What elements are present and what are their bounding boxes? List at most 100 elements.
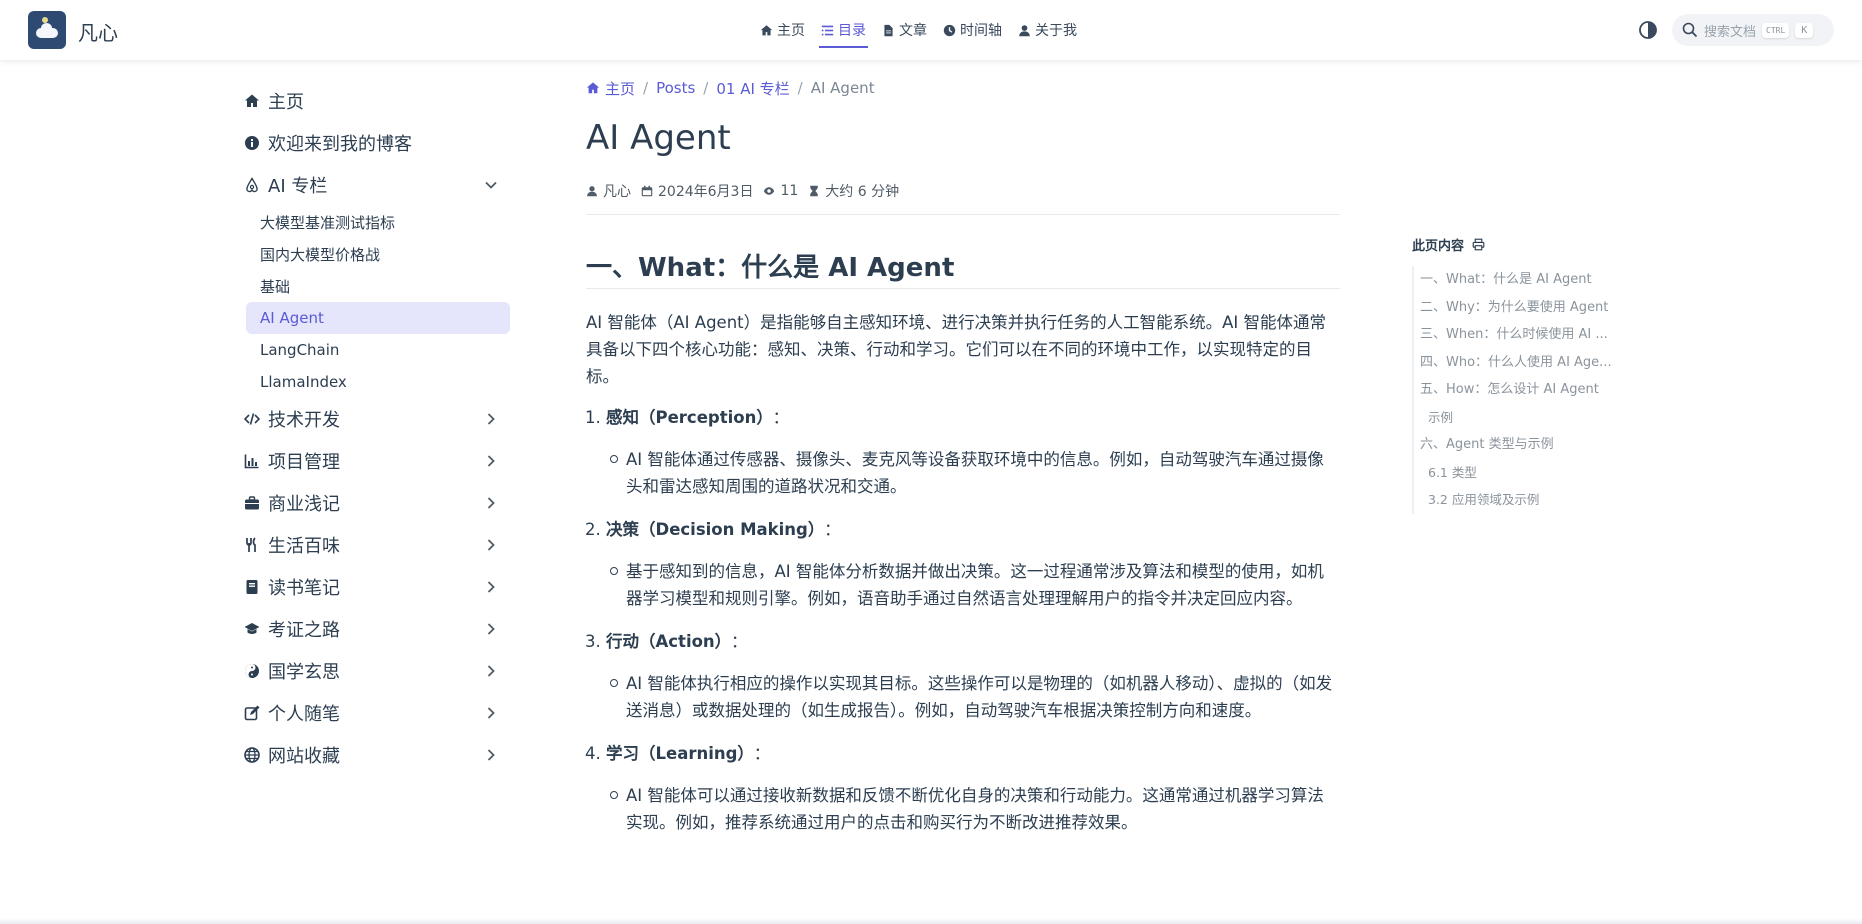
toc-item[interactable]: 三、When：什么时候使用 AI ... bbox=[1420, 321, 1632, 349]
chevron-right-icon[interactable] bbox=[484, 412, 498, 426]
sidebar-item-reading[interactable]: 读书笔记 bbox=[240, 566, 510, 608]
point-detail: AI 智能体通过传感器、摄像头、麦克风等设备获取环境中的信息。例如，自动驾驶汽车… bbox=[610, 446, 1340, 500]
sidebar-item-label: 欢迎来到我的博客 bbox=[268, 134, 412, 155]
point-detail: AI 智能体可以通过接收新数据和反馈不断优化自身的决策和行动能力。这通常通过机器… bbox=[610, 782, 1340, 836]
sidebar-item-ai-column[interactable]: AI 专栏 bbox=[240, 164, 510, 206]
point-detail: 基于感知到的信息，AI 智能体分析数据并做出决策。这一过程通常涉及算法和模型的使… bbox=[610, 558, 1340, 612]
point-colon: ： bbox=[730, 632, 748, 651]
topnav-catalog[interactable]: 目录 bbox=[819, 16, 868, 48]
point-detail-list: AI 智能体可以通过接收新数据和反馈不断优化自身的决策和行动能力。这通常通过机器… bbox=[606, 782, 1340, 836]
chevron-right-icon[interactable] bbox=[484, 748, 498, 762]
meta-divider bbox=[586, 214, 1340, 215]
sidebar-item-tech-dev[interactable]: 技术开发 bbox=[240, 398, 510, 440]
clock-icon bbox=[943, 24, 956, 36]
home-icon bbox=[244, 93, 260, 109]
sidebar-item-label: 技术开发 bbox=[268, 410, 340, 431]
theme-toggle-icon[interactable] bbox=[1638, 20, 1658, 40]
sidebar-item-welcome[interactable]: 欢迎来到我的博客 bbox=[240, 122, 510, 164]
topnav-timeline-label: 时间轴 bbox=[960, 23, 1002, 39]
topnav-timeline[interactable]: 时间轴 bbox=[943, 16, 1002, 44]
sidebar-item-guoxue[interactable]: 国学玄思 bbox=[240, 650, 510, 692]
sidebar-subitem-price-war[interactable]: 国内大模型价格战 bbox=[246, 238, 510, 270]
toc-item[interactable]: 6.1 类型 bbox=[1420, 459, 1632, 487]
top-navbar: 凡心 主页 目录 文章 时间轴 关于我 搜索文档 CTRL K bbox=[0, 0, 1862, 60]
point-label: 行动（Action） bbox=[606, 632, 723, 651]
sidebar-item-business[interactable]: 商业浅记 bbox=[240, 482, 510, 524]
chevron-down-icon[interactable] bbox=[484, 178, 498, 192]
meta-date-text: 2024年6月3日 bbox=[658, 184, 754, 200]
breadcrumb-ai-column[interactable]: 01 AI 专栏 bbox=[716, 78, 789, 99]
print-icon[interactable] bbox=[1472, 238, 1485, 251]
sidebar-item-label: 项目管理 bbox=[268, 452, 340, 473]
breadcrumb-label: 主页 bbox=[605, 79, 636, 98]
home-icon bbox=[760, 24, 773, 35]
sidebar: 主页 欢迎来到我的博客 AI 专栏 大模型基准测试指标 国内大模型价格战 基础 … bbox=[240, 80, 510, 776]
meta-views: 11 bbox=[763, 183, 798, 199]
book-icon bbox=[244, 579, 260, 595]
breadcrumb-separator: / bbox=[797, 79, 803, 97]
chevron-right-icon[interactable] bbox=[484, 454, 498, 468]
sidebar-item-label: 网站收藏 bbox=[268, 746, 340, 767]
search-icon bbox=[1682, 22, 1698, 38]
sidebar-subitem-benchmark[interactable]: 大模型基准测试指标 bbox=[246, 206, 510, 238]
sidebar-item-bookmarks[interactable]: 网站收藏 bbox=[240, 734, 510, 776]
sidebar-item-label: 个人随笔 bbox=[268, 704, 340, 725]
toc-item[interactable]: 示例 bbox=[1420, 404, 1632, 432]
sidebar-item-label: 考证之路 bbox=[268, 620, 340, 641]
toc-item[interactable]: 一、What：什么是 AI Agent bbox=[1420, 266, 1632, 294]
sidebar-item-essays[interactable]: 个人随笔 bbox=[240, 692, 510, 734]
globe-icon bbox=[244, 747, 260, 763]
article-meta: 凡心 2024年6月3日 11 大约 6 分钟 bbox=[586, 180, 1340, 202]
toc-item[interactable]: 五、How：怎么设计 AI Agent bbox=[1420, 376, 1632, 404]
sidebar-subitem-llamaindex[interactable]: LlamaIndex bbox=[246, 366, 510, 398]
meta-author[interactable]: 凡心 bbox=[586, 181, 631, 201]
article-main: 主页 / Posts / 01 AI 专栏 / AI Agent AI Agen… bbox=[586, 78, 1340, 852]
toc-item[interactable]: 3.2 应用领域及示例 bbox=[1420, 486, 1632, 514]
topnav-home[interactable]: 主页 bbox=[760, 16, 805, 44]
toc-title: 此页内容 bbox=[1412, 238, 1465, 254]
toc-item[interactable]: 二、Why：为什么要使用 Agent bbox=[1420, 294, 1632, 322]
meta-reading-time-text: 大约 6 分钟 bbox=[825, 184, 900, 200]
point-label: 感知（Perception） bbox=[606, 408, 765, 427]
site-logo[interactable] bbox=[28, 11, 66, 49]
breadcrumb-home[interactable]: 主页 bbox=[586, 78, 635, 99]
toc-item[interactable]: 六、Agent 类型与示例 bbox=[1420, 431, 1632, 459]
chevron-right-icon[interactable] bbox=[484, 706, 498, 720]
chevron-right-icon[interactable] bbox=[484, 538, 498, 552]
sidebar-item-label: 国学玄思 bbox=[268, 662, 340, 683]
ai-icon bbox=[244, 177, 260, 193]
chevron-right-icon[interactable] bbox=[484, 664, 498, 678]
chevron-right-icon[interactable] bbox=[484, 622, 498, 636]
graduation-cap-icon bbox=[244, 621, 260, 637]
sidebar-subitem-langchain[interactable]: LangChain bbox=[246, 334, 510, 366]
chevron-right-icon[interactable] bbox=[484, 580, 498, 594]
chevron-right-icon[interactable] bbox=[484, 496, 498, 510]
utensils-icon bbox=[244, 537, 260, 553]
top-nav-menu: 主页 目录 文章 时间轴 关于我 bbox=[760, 0, 1077, 60]
file-icon bbox=[884, 24, 893, 36]
briefcase-icon bbox=[244, 495, 260, 511]
topnav-articles[interactable]: 文章 bbox=[882, 16, 927, 44]
search-box[interactable]: 搜索文档 CTRL K bbox=[1672, 14, 1834, 46]
toc-item[interactable]: 四、Who：什么人使用 AI Age... bbox=[1420, 349, 1632, 377]
site-brand-name[interactable]: 凡心 bbox=[78, 17, 118, 46]
meta-author-text: 凡心 bbox=[603, 184, 631, 200]
point-label: 学习（Learning） bbox=[606, 744, 746, 763]
sidebar-item-project-mgmt[interactable]: 项目管理 bbox=[240, 440, 510, 482]
sidebar-item-home[interactable]: 主页 bbox=[240, 80, 510, 122]
meta-views-text: 11 bbox=[780, 183, 799, 199]
breadcrumb-posts[interactable]: Posts bbox=[656, 79, 695, 97]
table-of-contents: 此页内容 一、What：什么是 AI Agent 二、Why：为什么要使用 Ag… bbox=[1412, 234, 1632, 514]
sidebar-item-life[interactable]: 生活百味 bbox=[240, 524, 510, 566]
sidebar-item-certification[interactable]: 考证之路 bbox=[240, 608, 510, 650]
sidebar-subitem-ai-agent[interactable]: AI Agent bbox=[246, 302, 510, 334]
hourglass-icon bbox=[810, 185, 819, 197]
sidebar-subitem-basics[interactable]: 基础 bbox=[246, 270, 510, 302]
user-icon bbox=[587, 186, 597, 197]
topnav-about[interactable]: 关于我 bbox=[1018, 16, 1077, 44]
list-item: 行动（Action） ： AI 智能体执行相应的操作以实现其目标。这些操作可以是物… bbox=[606, 628, 1340, 724]
point-detail: AI 智能体执行相应的操作以实现其目标。这些操作可以是物理的（如机器人移动）、虚… bbox=[610, 670, 1340, 724]
list-icon bbox=[821, 25, 834, 35]
list-item: 感知（Perception） ： AI 智能体通过传感器、摄像头、麦克风等设备获取… bbox=[606, 404, 1340, 500]
sidebar-item-label: AI 专栏 bbox=[268, 176, 328, 197]
